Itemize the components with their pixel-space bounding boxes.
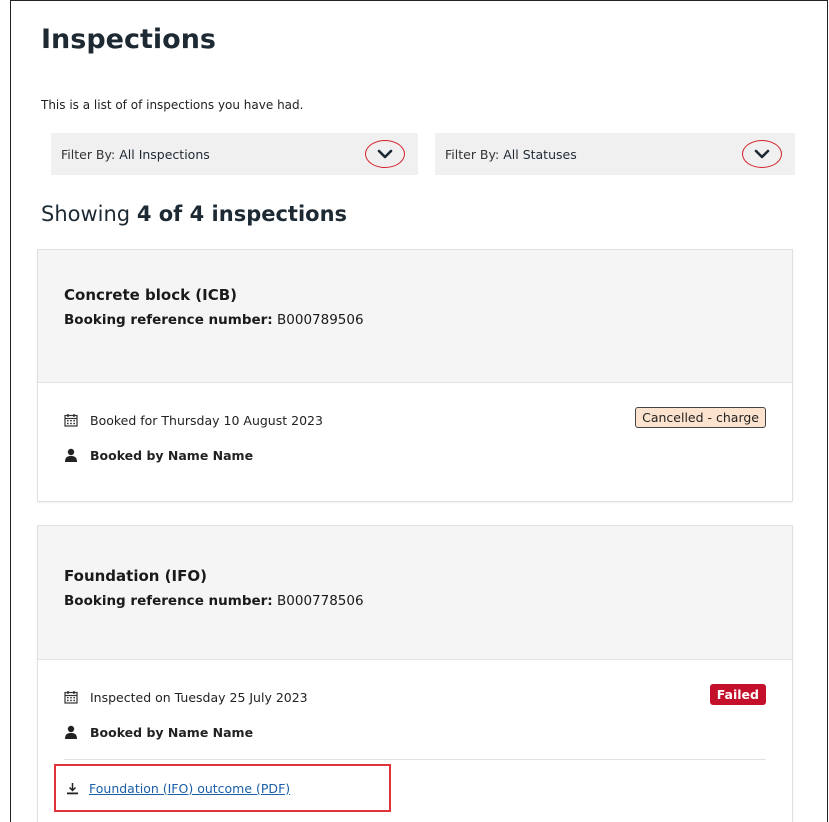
- inspection-card: Concrete block (ICB) Booking reference n…: [38, 250, 792, 501]
- filter-inspections-select[interactable]: Filter By: All Inspections: [51, 133, 418, 175]
- user-icon: [64, 448, 78, 462]
- filter-value: All Statuses: [503, 146, 577, 162]
- booking-reference: Booking reference number: B000789506: [64, 312, 766, 328]
- page-title: Inspections: [41, 24, 216, 55]
- booking-reference-label: Booking reference number:: [64, 312, 273, 328]
- page-intro: This is a list of of inspections you hav…: [41, 98, 304, 112]
- booking-date-text: Booked for Thursday 10 August 2023: [90, 412, 323, 428]
- card-title: Foundation (IFO): [64, 567, 207, 585]
- filter-label: Filter By:: [61, 146, 116, 162]
- results-count: Showing 4 of 4 inspections: [41, 202, 347, 226]
- filter-label: Filter By:: [445, 146, 500, 162]
- booking-reference: Booking reference number: B000778506: [64, 593, 766, 609]
- inspection-date-row: Inspected on Tuesday 25 July 2023: [64, 688, 766, 706]
- download-icon: [66, 782, 79, 795]
- results-prefix: Showing: [41, 202, 131, 226]
- status-badge: Failed: [709, 684, 766, 705]
- status-badge: Cancelled - charge: [635, 407, 766, 428]
- filter-statuses-select[interactable]: Filter By: All Statuses: [435, 133, 795, 175]
- calendar-icon: [64, 413, 78, 427]
- results-count-value: 4 of 4 inspections: [136, 202, 348, 226]
- booking-reference-label: Booking reference number:: [64, 593, 273, 609]
- booking-reference-value: B000778506: [277, 593, 364, 609]
- card-header: Concrete block (ICB) Booking reference n…: [38, 250, 792, 383]
- divider: [64, 759, 766, 760]
- booked-by-text: Booked by Name Name: [90, 724, 254, 740]
- user-icon: [64, 725, 78, 739]
- booked-by-row: Booked by Name Name: [64, 446, 766, 464]
- booked-by-row: Booked by Name Name: [64, 723, 766, 741]
- download-outcome-link[interactable]: Foundation (IFO) outcome (PDF): [89, 781, 290, 796]
- booking-reference-value: B000789506: [277, 312, 364, 328]
- download-highlight: Foundation (IFO) outcome (PDF): [54, 764, 391, 812]
- card-body: Booked for Thursday 10 August 2023 Booke…: [38, 383, 792, 464]
- inspection-card: Foundation (IFO) Booking reference numbe…: [38, 526, 792, 822]
- calendar-icon: [64, 690, 78, 704]
- card-body: Inspected on Tuesday 25 July 2023 Booked…: [38, 660, 792, 760]
- filter-value: All Inspections: [119, 146, 210, 162]
- chevron-down-icon[interactable]: [365, 140, 405, 168]
- card-header: Foundation (IFO) Booking reference numbe…: [38, 526, 792, 660]
- booked-by-text: Booked by Name Name: [90, 447, 254, 463]
- card-title: Concrete block (ICB): [64, 286, 238, 304]
- chevron-down-icon[interactable]: [742, 140, 782, 168]
- inspection-date-text: Inspected on Tuesday 25 July 2023: [90, 689, 308, 705]
